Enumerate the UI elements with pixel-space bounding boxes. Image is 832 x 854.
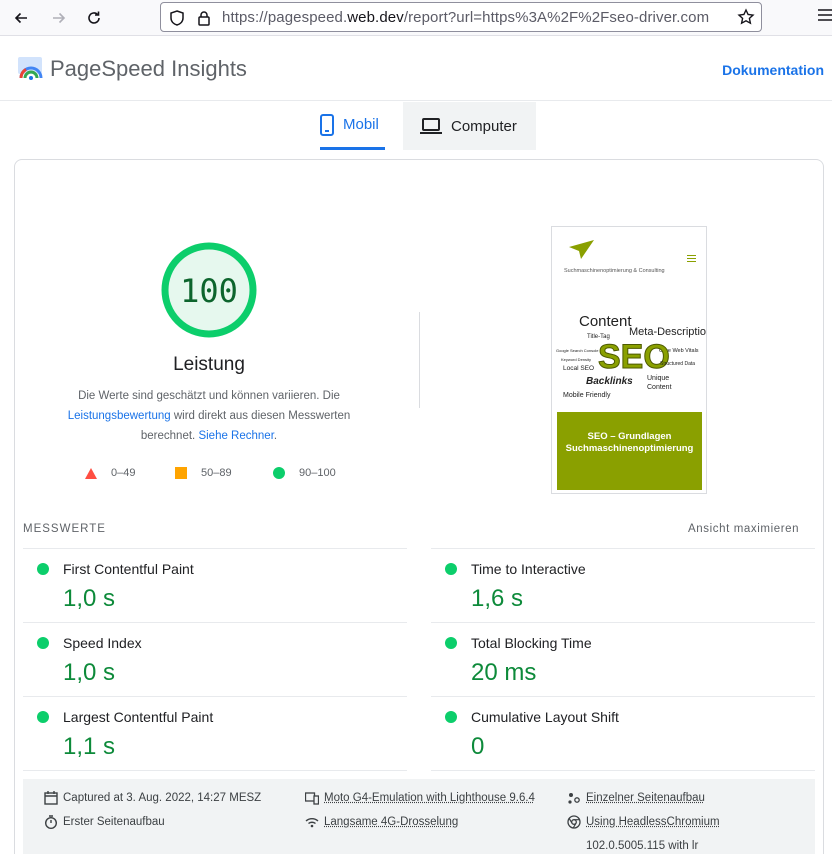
tab-mobile-label: Mobil [343,116,379,133]
site-header: PageSpeed Insights Dokumentation [0,37,832,101]
stopwatch-icon [44,815,58,829]
performance-score-link[interactable]: Leistungsbewertung [68,410,171,422]
reload-icon [86,10,102,26]
tab-mobile[interactable]: Mobil [320,102,385,150]
performance-label: Leistung [109,354,309,376]
good-status-icon [37,637,49,649]
initial-load-info: Erster Seitenaufbau [63,816,165,828]
arrow-left-icon [13,10,29,26]
site-menu-icon [687,255,696,264]
good-status-icon [445,637,457,649]
browser-info[interactable]: Using HeadlessChromium [586,816,720,828]
triangle-icon [85,468,97,479]
good-status-icon [37,711,49,723]
app-title: PageSpeed Insights [50,56,247,82]
url-text: https://pagespeed.web.dev/report?url=htt… [222,9,709,26]
reload-button[interactable] [82,6,106,30]
wifi-icon [305,815,319,829]
nodes-icon [567,791,581,805]
calendar-icon [44,791,58,805]
score-description: Die Werte sind geschätzt und können vari… [50,386,368,446]
legend-good: 90–100 [273,465,336,481]
hamburger-menu-icon[interactable] [818,8,832,22]
good-status-icon [37,563,49,575]
browser-toolbar: https://pagespeed.web.dev/report?url=htt… [0,0,832,36]
shield-icon[interactable] [168,9,186,27]
final-screenshot-thumbnail: Suchmaschinenoptimierung & Consulting Co… [551,226,707,494]
arrow-right-icon [51,10,67,26]
legend-average: 50–89 [175,465,232,481]
good-status-icon [445,563,457,575]
pagespeed-logo-icon [17,56,45,82]
seo-driver-logo-icon [567,239,595,261]
hero-banner: SEO – Grundlagen Suchmaschinenoptimierun… [557,412,702,490]
emulated-device-info[interactable]: Moto G4-Emulation with Lighthouse 9.6.4 [324,792,535,804]
lock-icon[interactable] [195,9,213,27]
address-bar[interactable]: https://pagespeed.web.dev/report?url=htt… [160,2,762,32]
single-page-load-info[interactable]: Einzelner Seitenaufbau [586,792,705,804]
captured-timestamp: Captured at 3. Aug. 2022, 14:27 MESZ [63,792,261,804]
tab-desktop[interactable]: Computer [403,102,536,150]
back-button[interactable] [9,6,33,30]
network-throttling-info[interactable]: Langsame 4G-Drosselung [324,816,458,828]
smartphone-icon [320,114,334,136]
bookmark-star-icon[interactable] [737,8,755,26]
laptop-icon [420,118,442,134]
square-icon [175,467,187,479]
performance-score-value: 100 [161,272,257,310]
chrome-icon [567,815,581,829]
legend-poor: 0–49 [85,465,135,481]
forward-button[interactable] [47,6,71,30]
browser-version-info: 102.0.5005.115 with lr [586,840,698,852]
circle-icon [273,467,285,479]
calculator-link[interactable]: Siehe Rechner [198,430,273,442]
expand-view-toggle[interactable]: Ansicht maximieren [688,523,799,535]
tab-desktop-label: Computer [451,118,517,135]
devices-icon [305,791,319,805]
documentation-link[interactable]: Dokumentation [722,62,824,78]
divider [419,312,420,408]
good-status-icon [445,711,457,723]
metrics-heading: MESSWERTE [23,523,106,535]
